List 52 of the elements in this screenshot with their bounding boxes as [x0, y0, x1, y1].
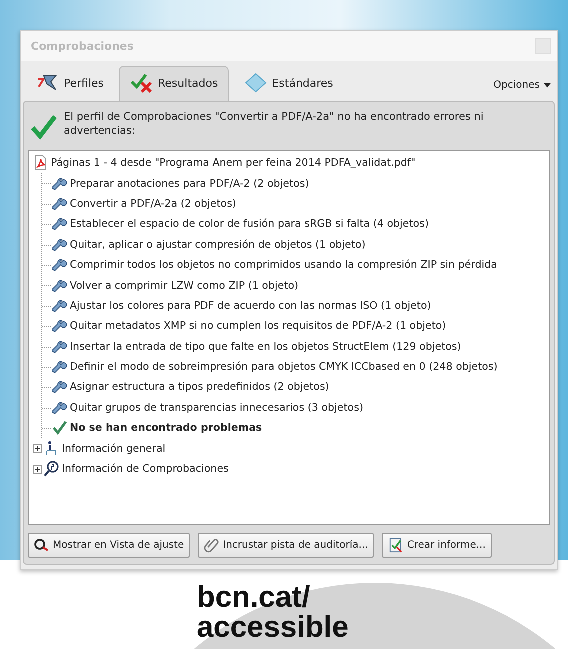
wrench-icon [52, 278, 68, 294]
tree-item[interactable]: No se han encontrado problemas [70, 422, 262, 434]
tree-item[interactable]: Quitar, aplicar o ajustar compresión de objetos (1 objeto) [70, 238, 366, 251]
wrench-icon [52, 176, 68, 192]
tree-item[interactable]: Comprimir todos los objetos no comprimidos usando la compresión ZIP sin pérdida [70, 259, 498, 272]
tab[interactable]: Perfiles [25, 66, 116, 101]
tree-item[interactable]: Quitar grupos de transparencias innecesarios (3 objetos) [70, 402, 364, 414]
wrench-icon [52, 338, 68, 355]
check-cross-icon [130, 73, 154, 93]
status-message: El perfil de Comprobaciones "Convertir a PDF/A-2a" no ha encontrado errores ni advertencias: [64, 110, 485, 138]
magnifier-icon [44, 461, 60, 478]
wrench-icon [52, 196, 68, 212]
tree-item[interactable]: Ajustar los colores para PDF de acuerdo con las normas ISO (1 objeto) [70, 300, 432, 312]
pdf-file-icon [33, 155, 49, 172]
expand-toggle[interactable] [33, 444, 42, 454]
tree-item[interactable]: Asignar estructura a tipos predefinidos (2 objetos) [70, 381, 330, 394]
report-icon [388, 538, 404, 553]
url-text: bcn.cat/ [197, 583, 312, 613]
tree-item[interactable]: Volver a comprimir LZW como ZIP (1 objeto) [70, 280, 299, 292]
wrench-icon [52, 298, 68, 314]
checkmark-icon [52, 420, 68, 436]
magnifier-icon [34, 538, 50, 553]
action-button[interactable]: Mostrar en Vista de ajuste [28, 533, 190, 558]
window-title: Comprobaciones [31, 40, 134, 52]
wrench-icon [52, 318, 68, 334]
action-button[interactable]: Crear informe... [382, 533, 492, 558]
paperclip-icon [204, 538, 220, 553]
wrench-icon [52, 216, 68, 232]
tree-item[interactable]: Insertar la entrada de tipo que falte en los objetos StructElem (129 objetos) [70, 340, 462, 353]
diamond-icon [244, 73, 268, 93]
expand-toggle[interactable] [33, 464, 42, 474]
profile-wrench-icon [36, 73, 60, 93]
action-button[interactable]: Incrustar pista de auditoría... [198, 533, 374, 558]
tree-item[interactable]: Quitar metadatos XMP si no cumplen los requisitos de PDF/A-2 (1 objeto) [70, 320, 446, 332]
wrench-icon [52, 379, 68, 396]
tree-item[interactable]: Páginas 1 - 4 desde "Programa Anem per feina 2014 PDFA_validat.pdf" [51, 157, 416, 170]
tab[interactable]: Estándares [233, 66, 344, 101]
wrench-icon [52, 359, 68, 376]
tree-item[interactable]: Preparar anotaciones para PDF/A-2 (2 objetos) [70, 178, 310, 190]
wrench-icon [52, 257, 68, 274]
tree-item[interactable]: Establecer el espacio de color de fusión para sRGB si falta (4 objetos) [70, 218, 429, 230]
tree-item[interactable]: Información general [62, 442, 166, 455]
wrench-icon [52, 400, 68, 416]
tab[interactable]: Resultados [119, 66, 230, 101]
tree-item[interactable]: Definir el modo de sobreimpresión para objetos CMYK ICCbased en 0 (248 objetos) [70, 361, 498, 374]
url-text: accessible [197, 613, 349, 643]
tree-item[interactable]: Convertir a PDF/A-2a (2 objetos) [70, 198, 236, 210]
wrench-icon [52, 236, 68, 253]
caret-icon [544, 83, 551, 88]
tree-item[interactable]: Información de Comprobaciones [62, 463, 229, 476]
options-menu[interactable]: Opciones [492, 74, 553, 101]
checkmark-icon [30, 114, 58, 140]
